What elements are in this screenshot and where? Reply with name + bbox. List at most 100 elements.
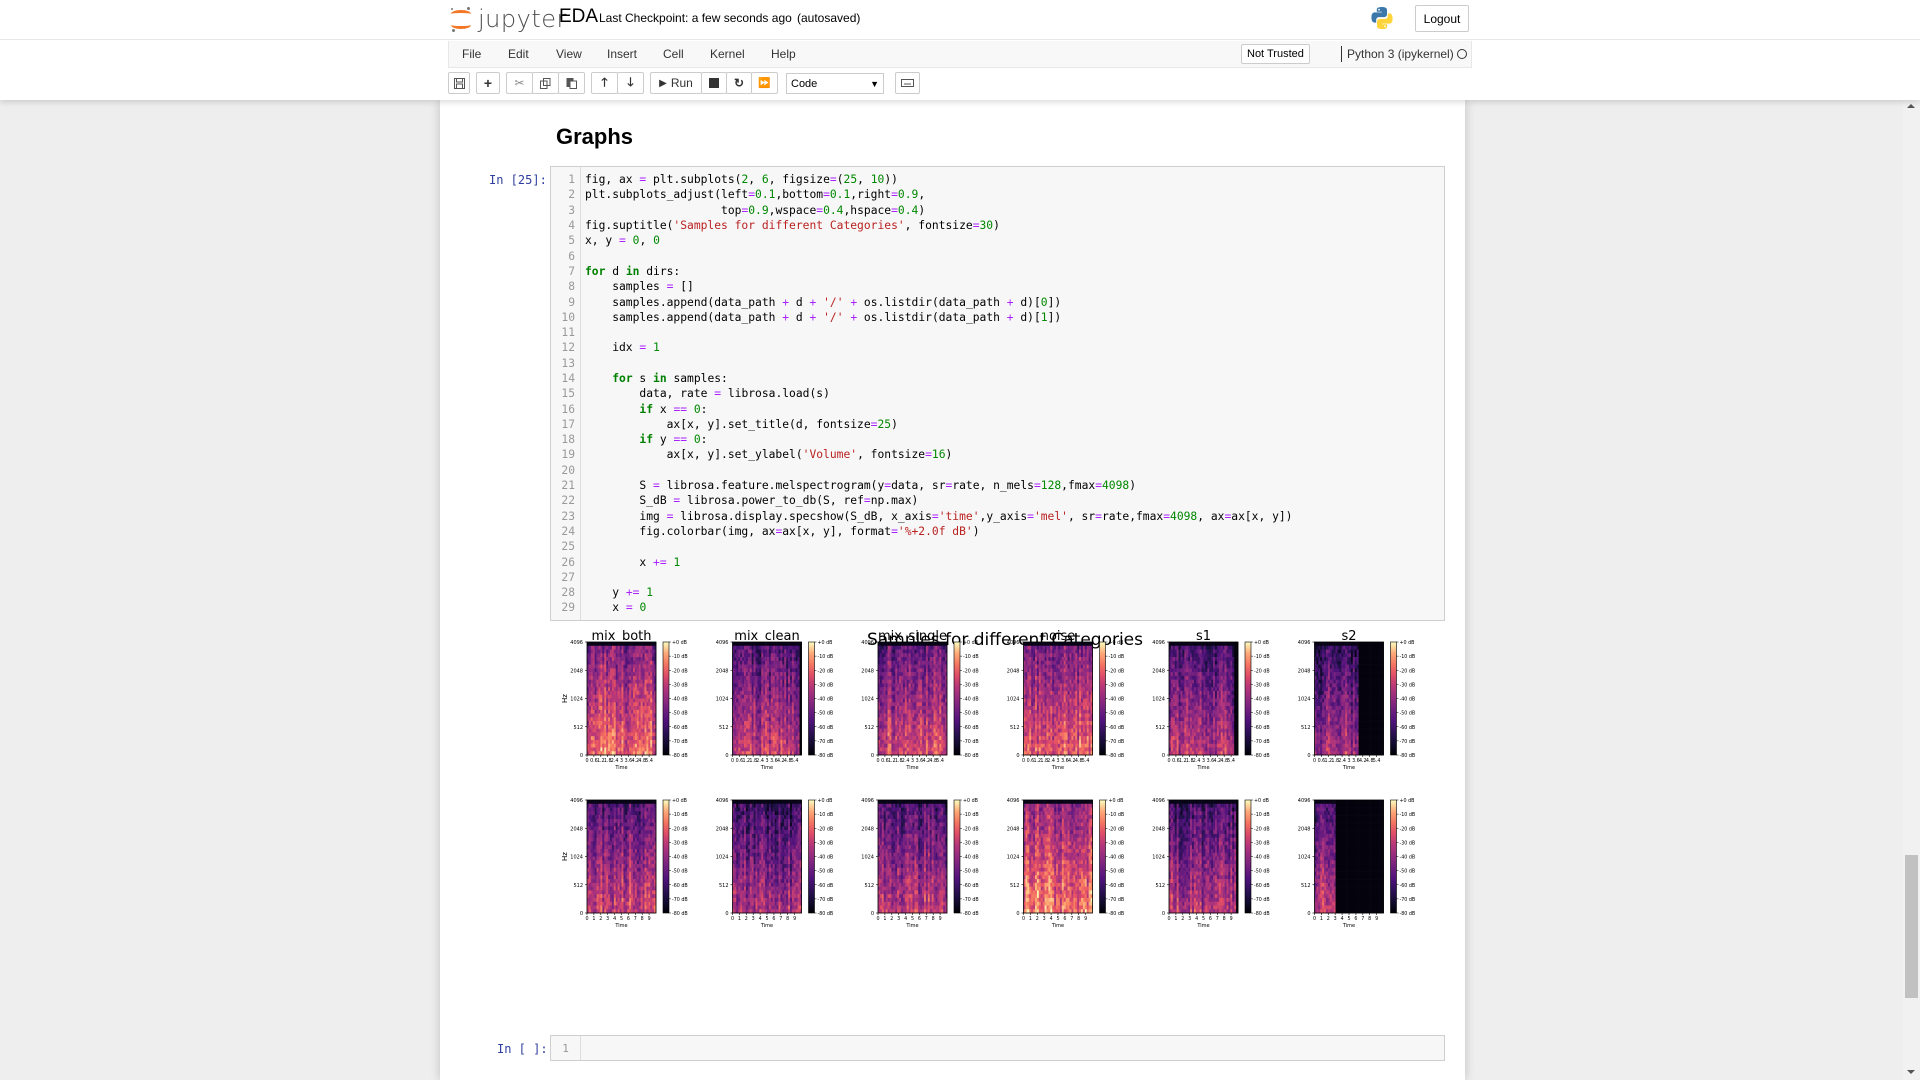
heatmap-cell: [788, 675, 791, 680]
x-tick-label: 5.4: [936, 758, 944, 764]
heatmap-cell: [646, 728, 649, 733]
heatmap-cell: [895, 713, 898, 718]
heatmap-cell: [772, 653, 775, 658]
command-palette-button[interactable]: [895, 72, 920, 94]
heatmap-cell: [636, 660, 640, 665]
heatmap-cell: [908, 736, 911, 741]
copy-button[interactable]: [532, 72, 559, 94]
restart-run-all-button[interactable]: ⏩: [751, 72, 778, 94]
heatmap-cell: [929, 668, 932, 673]
colorbar-tick-label: -10 dB: [672, 654, 688, 660]
heatmap-cell: [1036, 690, 1040, 696]
heatmap-cell: [613, 653, 617, 658]
heatmap-cell: [619, 672, 622, 677]
heatmap-cell: [602, 724, 605, 729]
heatmap-cell: [736, 721, 739, 726]
heatmap-cell: [625, 709, 628, 714]
heatmap-cell: [753, 709, 756, 714]
heatmap-cell: [755, 664, 758, 669]
heatmap-cell: [1046, 668, 1049, 673]
jupyter-logo[interactable]: jupyter: [450, 4, 567, 34]
heatmap-cell: [782, 645, 785, 650]
heatmap-cell: [1040, 660, 1043, 665]
logout-button[interactable]: Logout: [1415, 5, 1469, 32]
heatmap-cell: [776, 660, 779, 665]
run-button[interactable]: ▶ Run: [650, 72, 702, 94]
heatmap-cell: [1077, 694, 1080, 699]
heatmap-cell: [1180, 724, 1183, 729]
save-button[interactable]: [448, 72, 470, 94]
heatmap-cell: [1172, 743, 1176, 748]
heatmap-cell: [1170, 739, 1174, 744]
x-tick-label: 2.4: [611, 758, 619, 764]
move-up-button[interactable]: 🡑: [591, 72, 618, 94]
heatmap-cell: [1075, 717, 1078, 722]
heatmap-cell: [1040, 657, 1043, 662]
heatmap-cell: [629, 664, 632, 669]
paste-button[interactable]: [558, 72, 585, 94]
heatmap-cell: [631, 724, 634, 729]
notebook-name[interactable]: EDA: [559, 6, 598, 28]
heatmap-cell: [745, 694, 749, 699]
heatmap-cell: [941, 672, 944, 677]
move-down-button[interactable]: 🡓: [617, 72, 644, 94]
heatmap-cell: [1073, 694, 1076, 699]
heatmap-cell: [652, 657, 655, 662]
heatmap-cell: [1081, 668, 1084, 673]
heatmap-cell: [1025, 679, 1028, 684]
restart-button[interactable]: ↻: [726, 72, 752, 94]
heatmap-cell: [881, 653, 885, 658]
heatmap-cell: [925, 698, 929, 703]
heatmap-cell: [744, 732, 747, 737]
menu-file[interactable]: File: [462, 47, 481, 61]
heatmap-cell: [744, 721, 747, 726]
heatmap-cell: [786, 690, 789, 696]
menu-edit[interactable]: Edit: [508, 47, 529, 61]
heatmap-cell: [617, 706, 620, 711]
heatmap-cell: [791, 672, 795, 677]
heatmap-cell: [757, 645, 760, 650]
code-editor[interactable]: 1 fig, ax = plt.subplots(2, 6, figsize=(2…: [551, 172, 1444, 616]
heatmap-cell: [592, 736, 595, 741]
heatmap-cell: [767, 645, 770, 650]
heatmap-cell: [1075, 739, 1078, 744]
interrupt-button[interactable]: [701, 72, 727, 94]
menu-view[interactable]: View: [556, 47, 582, 61]
menu-kernel[interactable]: Kernel: [710, 47, 745, 61]
cell-type-select[interactable]: Code ▼: [786, 73, 884, 94]
code-line: 1 fig, ax = plt.subplots(2, 6, figsize=(2…: [551, 172, 1444, 187]
save-icon: [453, 77, 465, 89]
heatmap-cell: [594, 679, 597, 684]
heatmap-cell: [1059, 736, 1063, 741]
heatmap-cell: [1088, 690, 1091, 696]
menu-cell[interactable]: Cell: [663, 47, 684, 61]
heatmap-cell: [790, 721, 793, 726]
heatmap-cell: [757, 657, 760, 662]
cut-button[interactable]: ✂: [506, 72, 533, 94]
heatmap-cell: [895, 679, 898, 684]
code-cell-input[interactable]: 1 fig, ax = plt.subplots(2, 6, figsize=(2…: [550, 166, 1445, 621]
heatmap-cell: [795, 664, 798, 669]
heatmap-cell: [897, 668, 900, 673]
heatmap-cell: [749, 698, 752, 703]
not-trusted-badge[interactable]: Not Trusted: [1241, 44, 1310, 64]
heatmap-cell: [786, 664, 789, 669]
kernel-name[interactable]: Python 3 (ipykernel): [1347, 47, 1454, 61]
heatmap-cell: [1176, 690, 1179, 696]
colorbar-tick-label: -80 dB: [818, 753, 834, 759]
menu-help[interactable]: Help: [771, 47, 796, 61]
menu-insert[interactable]: Insert: [607, 47, 637, 61]
heatmap-cell: [742, 690, 745, 696]
heatmap-cell: [1180, 694, 1183, 699]
heatmap-cell: [638, 702, 641, 707]
heatmap-cell: [1086, 664, 1089, 669]
heatmap-cell: [604, 687, 607, 692]
heatmap-cell: [881, 713, 885, 718]
x-tick-label: 3: [765, 758, 768, 764]
heatmap-cell: [1040, 717, 1043, 722]
heatmap-cell: [916, 709, 919, 714]
insert-cell-button[interactable]: +: [476, 72, 500, 94]
heatmap-cell: [634, 709, 638, 714]
heatmap-cell: [778, 724, 781, 729]
heatmap-cell: [770, 672, 774, 677]
